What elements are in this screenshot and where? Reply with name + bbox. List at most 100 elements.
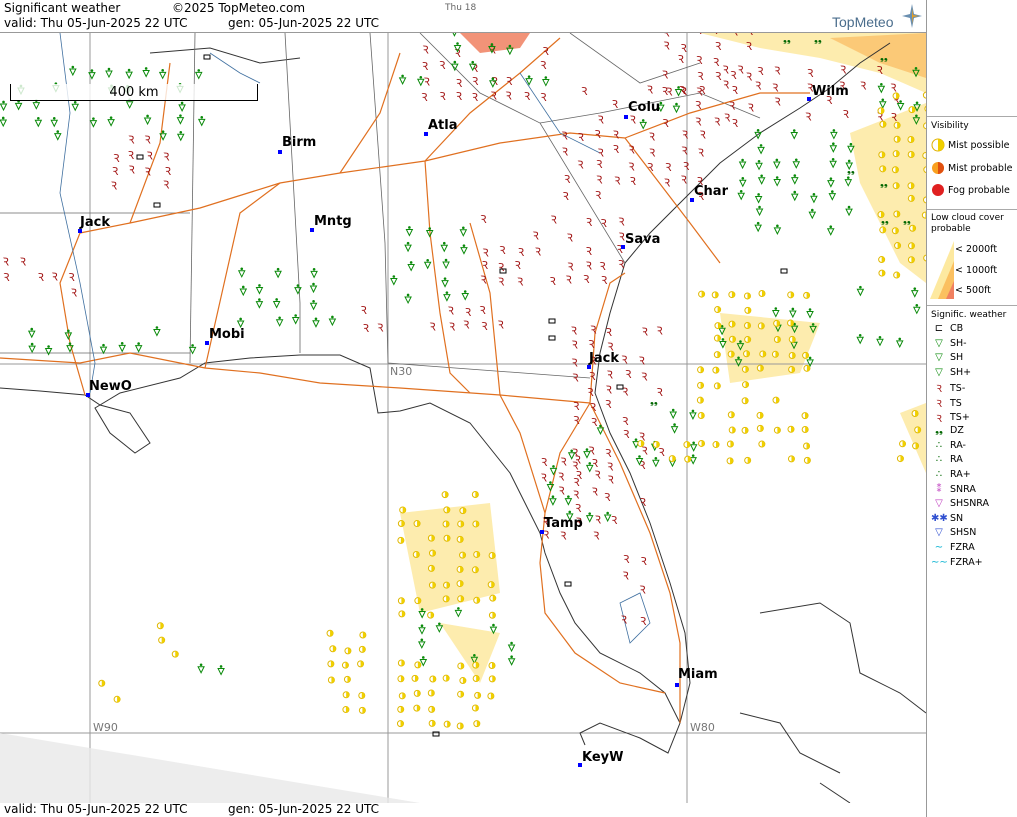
city-wilm[interactable]: Wilm [812,84,849,99]
thunderstorm-icon: Ꝛ [577,159,584,172]
city-newo[interactable]: NewO [89,379,132,394]
shower-dot [314,317,318,321]
city-mntg[interactable]: Mntg [314,214,352,229]
shower-icon [757,146,765,155]
thunderstorm-icon: Ꝛ [422,60,429,73]
shower-dot [409,261,413,264]
thunderstorm-icon: Ꝛ [623,428,630,441]
thunderstorm-icon: Ꝛ [628,144,635,157]
shower-dot [858,333,862,337]
shower-icon [107,119,115,127]
thunderstorm-icon: Ꝛ [571,324,578,337]
shower-icon [828,193,837,201]
sigwx-symbol-icon: ∴ [935,454,943,466]
shower-icon [291,316,300,325]
thunderstorm-icon: Ꝛ [558,470,565,483]
shower-icon [404,244,412,253]
thunderstorm-icon: Ꝛ [594,468,601,481]
shower-dot [2,100,5,104]
thunderstorm-icon: Ꝛ [481,320,488,333]
city-sava[interactable]: Sava [625,232,660,247]
thunderstorm-icon: Ꝛ [588,445,595,458]
thunderstorm-icon: Ꝛ [506,75,513,88]
thunderstorm-icon: Ꝛ [607,461,614,474]
shower-icon [0,103,8,112]
shower-dot [599,424,602,428]
shower-dot [294,314,297,317]
thunderstorm-icon: Ꝛ [363,322,370,335]
topmeteo-logo[interactable]: TopMeteo [832,14,893,30]
thunderstorm-icon: Ꝛ [639,354,646,367]
legend-visibility-title: Visibility [931,121,969,131]
city-miam[interactable]: Miam [678,667,718,682]
thunderstorm-icon: Ꝛ [623,553,630,566]
shower-icon [672,105,681,114]
shower-dot [829,225,833,229]
shower-icon [585,515,594,523]
shower-dot [68,342,72,345]
shower-dot [241,285,245,289]
weather-map[interactable]: ꝚꝚꝚꝚꝚꝚꝚꝚꝚꝚꝚꝚꝚꝚꝚꝚꝚꝚꝚꝚꝚꝚꝚꝚꝚꝚꝚꝚꝚꝚꝚꝚꝚꝚꝚꝚꝚꝚꝚꝚ… [0,33,926,803]
shower-dot [808,356,812,360]
drizzle-icon: ❟❟ [880,52,888,63]
shower-dot [107,67,111,71]
shower-dot [508,44,512,48]
city-jack-ms[interactable]: Jack [80,215,110,230]
shower-dot [120,342,124,345]
thunderstorm-icon: Ꝛ [732,33,739,39]
shower-dot [490,43,494,46]
legend-sigwx-ra-: ∴ RA+ [931,469,971,480]
city-dot [807,97,811,101]
shower-icon [878,101,887,109]
shower-dot [471,60,475,64]
shower-icon [217,667,225,676]
thunderstorm-icon: Ꝛ [490,90,497,103]
legend-label: DZ [950,425,964,437]
thunderstorm-icon: Ꝛ [606,383,613,396]
shower-icon [507,658,516,666]
city-birm[interactable]: Birm [282,135,316,150]
city-mobi[interactable]: Mobi [209,327,245,342]
shower-icon [596,427,605,436]
map-title: Significant weather [4,1,121,15]
shower-icon [255,301,264,309]
shower-dot [570,449,574,453]
thunderstorm-icon: Ꝛ [663,33,670,40]
shower-dot [880,82,883,86]
thunderstorm-icon: Ꝛ [606,326,613,339]
cb-icon [780,268,788,274]
city-atla[interactable]: Atla [428,118,458,133]
city-tamp[interactable]: Tamp [544,516,583,531]
shower-dot [492,623,495,627]
city-jack-fl[interactable]: Jack [589,351,619,366]
thunderstorm-icon: Ꝛ [480,274,487,287]
shower-icon [310,270,318,279]
shower-icon [405,228,414,237]
shower-icon [32,102,41,110]
thunderstorm-icon: Ꝛ [113,152,120,165]
shower-dot [792,129,796,132]
shower-icon [771,310,780,318]
thunderstorm-icon: Ꝛ [578,131,585,144]
city-colu[interactable]: Colu [628,100,660,115]
sigwx-symbol-icon: ▽ [935,527,943,539]
shower-icon [418,627,426,635]
thunderstorm-icon: Ꝛ [677,53,684,66]
shower-dot [179,130,183,134]
shower-dot [756,221,760,225]
city-keyw[interactable]: KeyW [582,750,623,765]
thunderstorm-icon: Ꝛ [591,485,598,498]
lat-lon-grid [0,33,926,803]
thunderstorm-icon: Ꝛ [429,320,436,333]
shower-dot [331,315,334,319]
legend-label: Mist probable [948,162,1013,174]
shower-dot [420,624,424,627]
city-char[interactable]: Char [694,184,728,199]
thunderstorm-icon: Ꝛ [465,306,472,319]
drizzle-icon: ❟❟ [783,34,791,45]
day-tab[interactable]: Thu 18 [445,3,476,13]
thunderstorm-icon: Ꝛ [573,414,580,427]
thunderstorm-icon: Ꝛ [482,247,489,260]
legend-fog-probable: Fog probable [931,183,1010,197]
thunderstorm-icon: Ꝛ [560,529,567,542]
